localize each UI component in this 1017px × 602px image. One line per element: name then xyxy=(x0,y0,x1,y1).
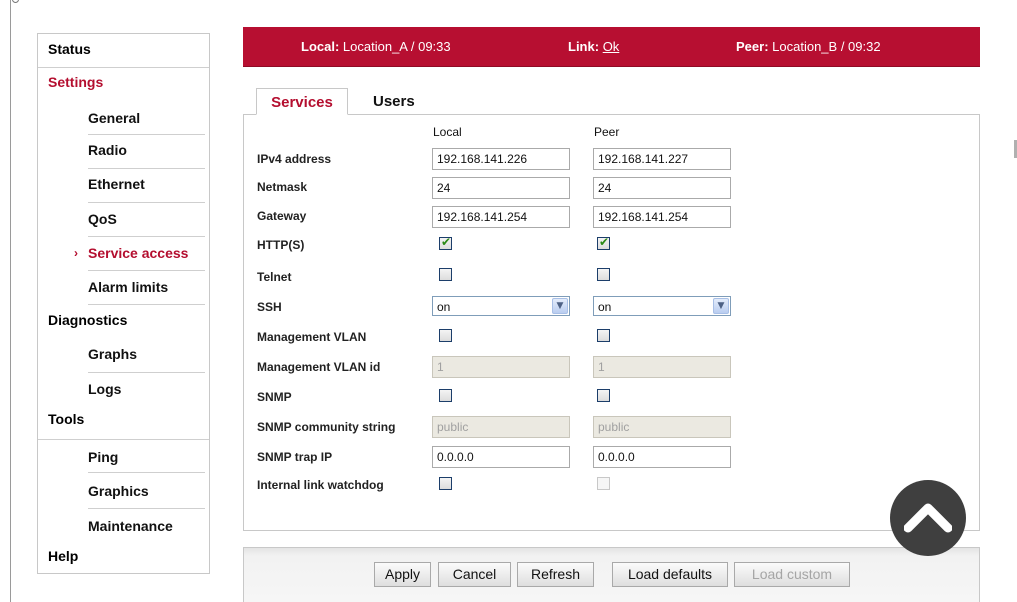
gateway-local-input[interactable] xyxy=(432,206,570,228)
sidebar-item-radio[interactable]: Radio xyxy=(38,135,209,169)
http-local-checkbox[interactable] xyxy=(439,235,452,250)
refresh-button[interactable]: Refresh xyxy=(517,562,594,587)
snmp-trap-local-input[interactable] xyxy=(432,446,570,468)
gateway-peer-input[interactable] xyxy=(593,206,731,228)
watchdog-peer-checkbox[interactable] xyxy=(597,477,610,490)
label-internal-link-watchdog: Internal link watchdog xyxy=(257,478,384,492)
netmask-local-input[interactable] xyxy=(432,177,570,199)
label-management-vlan: Management VLAN xyxy=(257,330,367,344)
current-item-marker: › xyxy=(74,246,78,260)
label-http: HTTP(S) xyxy=(257,238,305,252)
snmp-local-checkbox[interactable] xyxy=(439,389,452,402)
sidebar-item-help[interactable]: Help xyxy=(38,545,209,579)
ssh-local-select[interactable]: on ▼ xyxy=(432,296,570,316)
sidebar-item-logs[interactable]: Logs xyxy=(38,373,209,407)
chevron-up-icon xyxy=(904,503,952,533)
sidebar-item-settings[interactable]: Settings xyxy=(38,67,209,101)
tab-services[interactable]: Services xyxy=(256,88,348,115)
column-header-peer: Peer xyxy=(594,125,620,139)
management-vlan-local-checkbox[interactable] xyxy=(439,329,452,342)
label-ssh: SSH xyxy=(257,300,282,314)
chevron-down-icon: ▼ xyxy=(713,298,729,314)
sidebar-item-general[interactable]: General xyxy=(38,100,209,135)
sidebar-item-service-access[interactable]: › Service access xyxy=(38,237,209,271)
apply-button[interactable]: Apply xyxy=(374,562,431,587)
window-frame-edge xyxy=(10,0,11,602)
sidebar-item-qos[interactable]: QoS xyxy=(38,203,209,237)
peer-status: Peer: Location_B / 09:32 xyxy=(736,39,881,54)
snmp-peer-checkbox[interactable] xyxy=(597,389,610,402)
local-status: Local: Location_A / 09:33 xyxy=(301,39,451,54)
ipv4-peer-input[interactable] xyxy=(593,148,731,170)
telnet-peer-checkbox[interactable] xyxy=(597,268,610,281)
chevron-down-icon: ▼ xyxy=(552,298,568,314)
link-status-link[interactable]: Ok xyxy=(603,39,620,54)
tab-users[interactable]: Users xyxy=(361,88,427,115)
scroll-to-top-button[interactable] xyxy=(890,480,966,556)
top-fragment xyxy=(12,0,52,5)
label-snmp-trap: SNMP trap IP xyxy=(257,450,333,464)
telnet-local-checkbox[interactable] xyxy=(439,268,452,281)
sidebar-item-maintenance[interactable]: Maintenance xyxy=(38,509,209,543)
label-ipv4: IPv4 address xyxy=(257,152,332,166)
management-vlan-id-peer-input[interactable] xyxy=(593,356,731,378)
label-gateway: Gateway xyxy=(257,209,307,223)
sidebar-menu: Status Settings General Radio Ethernet Q… xyxy=(37,33,210,574)
label-snmp-community: SNMP community string xyxy=(257,420,396,434)
label-snmp: SNMP xyxy=(257,390,292,404)
netmask-peer-input[interactable] xyxy=(593,177,731,199)
label-netmask: Netmask xyxy=(257,180,308,194)
column-header-local: Local xyxy=(433,125,462,139)
management-vlan-id-local-input[interactable] xyxy=(432,356,570,378)
status-banner: Local: Location_A / 09:33 Link: Ok Peer:… xyxy=(243,27,980,67)
load-custom-button[interactable]: Load custom xyxy=(734,562,850,587)
snmp-community-local-input[interactable] xyxy=(432,416,570,438)
sidebar-item-alarm-limits[interactable]: Alarm limits xyxy=(38,271,209,305)
snmp-community-peer-input[interactable] xyxy=(593,416,731,438)
management-vlan-peer-checkbox[interactable] xyxy=(597,329,610,342)
watchdog-local-checkbox[interactable] xyxy=(439,477,452,490)
sidebar-item-diagnostics[interactable]: Diagnostics xyxy=(38,305,209,339)
load-defaults-button[interactable]: Load defaults xyxy=(612,562,728,587)
snmp-trap-peer-input[interactable] xyxy=(593,446,731,468)
sidebar-item-ping[interactable]: Ping xyxy=(38,439,209,473)
ipv4-local-input[interactable] xyxy=(432,148,570,170)
sidebar-item-graphics[interactable]: Graphics xyxy=(38,475,209,509)
link-status: Link: Ok xyxy=(568,39,620,54)
sidebar-item-tools[interactable]: Tools xyxy=(38,407,209,441)
sidebar-item-status[interactable]: Status xyxy=(38,34,209,68)
http-peer-checkbox[interactable] xyxy=(597,235,610,250)
ssh-peer-select[interactable]: on ▼ xyxy=(593,296,731,316)
label-telnet: Telnet xyxy=(257,270,292,284)
sidebar-item-ethernet[interactable]: Ethernet xyxy=(38,169,209,203)
cancel-button[interactable]: Cancel xyxy=(438,562,511,587)
label-management-vlan-id: Management VLAN id xyxy=(257,360,381,374)
sidebar-item-graphs[interactable]: Graphs xyxy=(38,339,209,373)
